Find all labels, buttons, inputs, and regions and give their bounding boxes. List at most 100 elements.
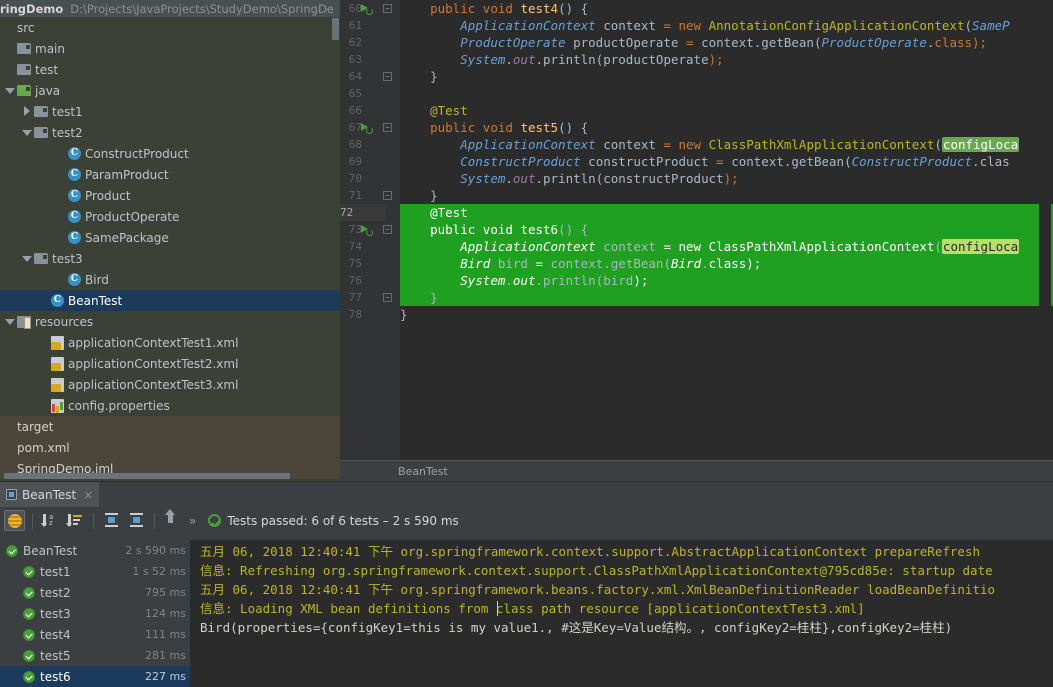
test-row-test2[interactable]: test2 795 ms [0, 582, 190, 603]
code-editor[interactable]: 60−61 62 63 64−65 66 67−68 69 70 71−72 73−74 75 76 7… [340, 0, 1053, 460]
code-line[interactable]: } [400, 306, 408, 323]
code-line[interactable]: ConstructProduct constructProduct = cont… [400, 153, 1009, 170]
test-row-beantest[interactable]: BeanTest 2 s 590 ms [0, 540, 190, 561]
tree-item-label: ConstructProduct [85, 146, 189, 161]
tree-item-label: test3 [52, 251, 83, 266]
scroll-up-icon[interactable] [162, 509, 183, 531]
tree-item-pom-xml[interactable]: pom.xml [0, 437, 340, 458]
code-line[interactable]: Bird bird = context.getBean(Bird.class); [400, 255, 761, 272]
chevron-down-icon[interactable] [4, 85, 15, 96]
test-name: test1 [40, 564, 71, 579]
code-line[interactable]: System.out.println(constructProduct); [400, 170, 739, 187]
code-fold-icon[interactable]: − [383, 72, 392, 81]
code-fold-icon[interactable]: − [383, 225, 392, 234]
run-tab-bar[interactable]: BeanTest × [0, 481, 1053, 508]
editor-code-area[interactable]: public void test4() { ApplicationContext… [400, 0, 1053, 460]
project-tool-window[interactable]: ringDemo D:\Projects\JavaProjects\StudyD… [0, 0, 340, 481]
tree-item-test2[interactable]: test2 [0, 122, 340, 143]
code-line[interactable]: ApplicationContext context = new ClassPa… [400, 136, 1020, 153]
project-horizontal-scrollbar[interactable] [4, 473, 290, 479]
run-test-gutter-icon[interactable] [360, 122, 373, 134]
tree-item-product[interactable]: C Product [0, 185, 340, 206]
tree-item-resources[interactable]: resources [0, 311, 340, 332]
tree-item-constructproduct[interactable]: C ConstructProduct [0, 143, 340, 164]
test-row-test6[interactable]: test6 227 ms [0, 666, 190, 687]
more-options-icon[interactable]: » [187, 514, 198, 528]
tree-item-applicationcontexttest1-xml[interactable]: applicationContextTest1.xml [0, 332, 340, 353]
expand-all-icon[interactable] [101, 510, 122, 531]
test-passed-icon [23, 607, 35, 620]
chevron-down-icon[interactable] [4, 316, 15, 327]
code-line[interactable]: @Test [400, 204, 468, 221]
test-status: Tests passed: 6 of 6 tests – 2 s 590 ms [208, 514, 459, 528]
console-output[interactable]: 五月 06, 2018 12:40:41 下午 org.springframew… [194, 540, 1053, 687]
code-line[interactable]: } [400, 187, 438, 204]
test-name: test6 [40, 669, 71, 684]
tree-item-src[interactable]: src [0, 17, 340, 38]
code-line[interactable]: ApplicationContext context = new ClassPa… [400, 238, 1020, 255]
code-fold-icon[interactable]: − [383, 123, 392, 132]
sort-by-duration-icon[interactable] [65, 510, 86, 531]
chevron-down-icon[interactable] [21, 127, 32, 138]
sort-alphabetically-icon[interactable]: az [40, 510, 61, 531]
test-row-test1[interactable]: test1 1 s 52 ms [0, 561, 190, 582]
project-tree[interactable]: src main test java test1 test2 C ConstructProdu… [0, 17, 340, 479]
tree-item-test[interactable]: test [0, 59, 340, 80]
tree-item-target[interactable]: target [0, 416, 340, 437]
editor-marker-strip[interactable] [1039, 0, 1051, 460]
xml-icon [51, 356, 64, 371]
tree-item-bird[interactable]: C Bird [0, 269, 340, 290]
tree-item-applicationcontexttest2-xml[interactable]: applicationContextTest2.xml [0, 353, 340, 374]
code-line[interactable]: ProductOperate productOperate = context.… [400, 34, 987, 51]
close-icon[interactable]: × [83, 488, 93, 502]
test-row-test5[interactable]: test5 281 ms [0, 645, 190, 666]
code-line[interactable]: System.out.println(productOperate); [400, 51, 723, 68]
code-fold-icon[interactable]: − [383, 293, 392, 302]
chevron-right-icon[interactable] [21, 106, 32, 117]
gutter-line-number: 62 [348, 36, 362, 49]
tree-item-java[interactable]: java [0, 80, 340, 101]
tree-item-test3[interactable]: test3 [0, 248, 340, 269]
test-results-tree[interactable]: BeanTest 2 s 590 ms test1 1 s 52 ms test2 795… [0, 540, 190, 687]
project-vertical-scrollbar[interactable] [332, 18, 339, 40]
collapse-all-icon[interactable] [126, 510, 147, 531]
test-toolbar[interactable]: az » Tests passed: 6 of 6 tests – 2 s 59… [0, 507, 1053, 534]
tree-item-applicationcontexttest3-xml[interactable]: applicationContextTest3.xml [0, 374, 340, 395]
test-row-test3[interactable]: test3 124 ms [0, 603, 190, 624]
tree-item-paramproduct[interactable]: C ParamProduct [0, 164, 340, 185]
code-line[interactable]: } [400, 68, 438, 85]
code-fold-icon[interactable]: − [383, 191, 392, 200]
toolbar-separator-3 [154, 512, 155, 529]
test-row-test4[interactable]: test4 111 ms [0, 624, 190, 645]
folder-icon [34, 253, 48, 264]
tree-item-main[interactable]: main [0, 38, 340, 59]
editor-gutter[interactable]: 60−61 62 63 64−65 66 67−68 69 70 71−72 73−74 75 76 7… [340, 0, 400, 460]
code-line[interactable]: public void test4() { [400, 0, 588, 17]
tree-item-samepackage[interactable]: C SamePackage [0, 227, 340, 248]
tree-item-label: test [35, 62, 59, 77]
tree-item-config-properties[interactable]: config.properties [0, 395, 340, 416]
tree-item-test1[interactable]: test1 [0, 101, 340, 122]
code-line[interactable]: } [400, 289, 438, 306]
code-fold-icon[interactable]: − [383, 4, 392, 13]
chevron-down-icon[interactable] [21, 253, 32, 264]
code-line[interactable]: public void test5() { [400, 119, 588, 136]
run-test-gutter-icon[interactable] [360, 3, 373, 15]
show-passed-toggle-icon[interactable] [4, 510, 25, 531]
run-test-gutter-icon[interactable] [360, 224, 373, 236]
code-line[interactable]: public void test6() { [400, 221, 588, 238]
code-line[interactable]: ApplicationContext context = new Annotat… [400, 17, 1009, 34]
tree-item-label: ParamProduct [85, 167, 169, 182]
tree-item-productoperate[interactable]: C ProductOperate [0, 206, 340, 227]
code-line[interactable]: System.out.println(bird); [400, 272, 648, 289]
tree-item-beantest[interactable]: C BeanTest [0, 290, 340, 311]
tab-beantest[interactable]: BeanTest × [0, 481, 100, 508]
code-line[interactable]: @Test [400, 102, 468, 119]
